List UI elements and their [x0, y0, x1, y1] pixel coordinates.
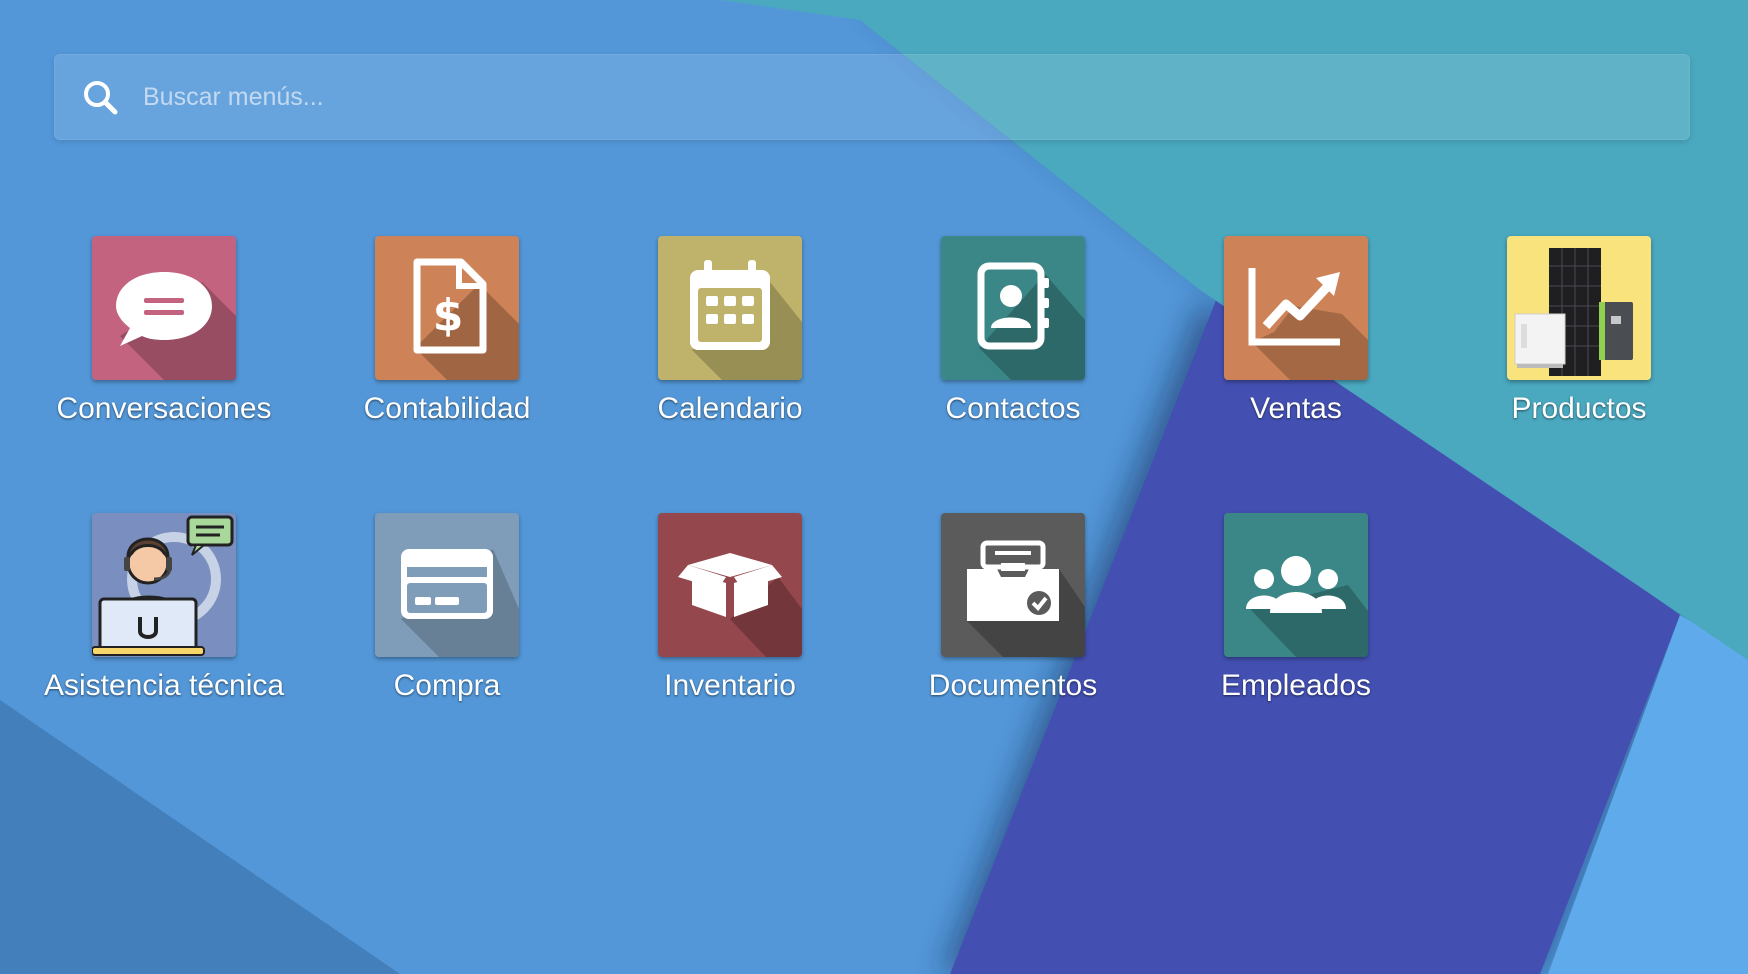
background-wallpaper: [0, 0, 1748, 974]
app-asistencia-tecnica[interactable]: Asistencia técnica: [44, 513, 284, 753]
app-documentos[interactable]: Documentos: [893, 513, 1133, 753]
app-label: Asistencia técnica: [43, 669, 285, 702]
app-contactos[interactable]: Contactos: [893, 236, 1133, 476]
app-tile[interactable]: [658, 513, 802, 657]
chat-bubble-icon: [92, 236, 236, 380]
app-tile[interactable]: [92, 513, 236, 657]
app-label: Empleados: [1220, 669, 1372, 702]
app-tile[interactable]: $: [375, 236, 519, 380]
app-tile[interactable]: [1224, 513, 1368, 657]
app-label: Contabilidad: [363, 392, 531, 425]
app-productos[interactable]: Productos: [1459, 236, 1699, 476]
calendar-icon: [658, 236, 802, 380]
app-label: Conversaciones: [56, 392, 272, 425]
search-icon: [84, 81, 118, 115]
app-label: Productos: [1511, 392, 1647, 425]
app-tile[interactable]: [1507, 236, 1651, 380]
search-input[interactable]: [143, 55, 1663, 139]
app-tile[interactable]: [941, 513, 1085, 657]
app-label: Compra: [393, 669, 501, 702]
document-inbox-icon: [941, 513, 1085, 657]
app-ventas[interactable]: Ventas: [1176, 236, 1416, 476]
app-tile[interactable]: [658, 236, 802, 380]
app-label: Documentos: [928, 669, 1098, 702]
app-label: Contactos: [945, 392, 1081, 425]
app-conversaciones[interactable]: Conversaciones: [44, 236, 284, 476]
app-calendario[interactable]: Calendario: [610, 236, 850, 476]
trend-chart-icon: [1224, 236, 1368, 380]
app-tile[interactable]: [92, 236, 236, 380]
app-label: Ventas: [1250, 392, 1342, 425]
search-bar[interactable]: [54, 54, 1690, 140]
box-icon: [658, 513, 802, 657]
app-inventario[interactable]: Inventario: [610, 513, 850, 753]
app-contabilidad[interactable]: $ Contabilidad: [327, 236, 567, 476]
app-tile[interactable]: [375, 513, 519, 657]
invoice-dollar-icon: $: [375, 236, 519, 380]
app-compra[interactable]: Compra: [327, 513, 567, 753]
address-book-icon: [941, 236, 1085, 380]
credit-card-icon: [375, 513, 519, 657]
app-label: Calendario: [657, 392, 803, 425]
svg-text:$: $: [433, 290, 464, 341]
support-agent-icon: [92, 513, 236, 657]
app-tile[interactable]: [1224, 236, 1368, 380]
app-tile[interactable]: [941, 236, 1085, 380]
users-group-icon: [1224, 513, 1368, 657]
app-empleados[interactable]: Empleados: [1176, 513, 1416, 753]
app-label: Inventario: [664, 669, 796, 702]
solar-panel-inverter-icon: [1507, 236, 1651, 380]
